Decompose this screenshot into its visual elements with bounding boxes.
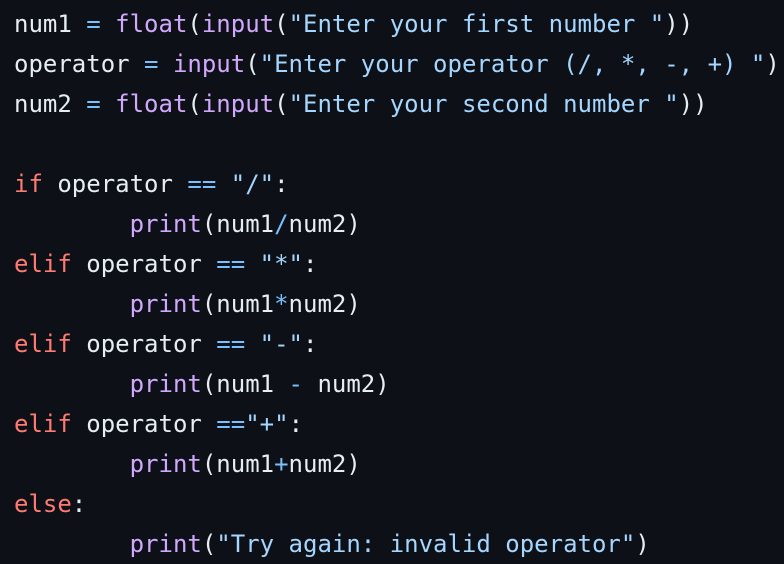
code-line: print(num1 - num2) bbox=[14, 364, 780, 404]
code-token-string: "*" bbox=[259, 250, 304, 278]
code-token-plain: ( bbox=[201, 530, 217, 558]
code-token-plain: num1 bbox=[14, 10, 87, 38]
code-token-plain: operator bbox=[71, 330, 217, 358]
code-token-keyword: else bbox=[14, 490, 72, 518]
code-line: if operator == "/": bbox=[14, 164, 780, 204]
code-token-string: "Try again: invalid operator" bbox=[216, 530, 636, 558]
code-token-op: = bbox=[86, 10, 101, 38]
code-token-plain: ( bbox=[245, 50, 260, 78]
code-token-plain: : bbox=[71, 490, 87, 518]
code-token-string: "-" bbox=[259, 330, 304, 358]
code-line: elif operator == "-": bbox=[14, 324, 780, 364]
code-token-op: == bbox=[216, 410, 246, 438]
code-token-plain: )) bbox=[678, 90, 708, 118]
code-token-builtin: print bbox=[129, 530, 202, 558]
code-token-plain: ( bbox=[187, 90, 202, 118]
code-token-builtin: input bbox=[201, 90, 275, 118]
code-token-plain: ( bbox=[187, 10, 202, 38]
code-line: print("Try again: invalid operator") bbox=[14, 524, 780, 564]
code-token-plain: )) bbox=[664, 10, 694, 38]
code-token-builtin: print bbox=[129, 450, 202, 478]
code-token-builtin: float bbox=[115, 90, 188, 118]
code-line: print(num1+num2) bbox=[14, 444, 780, 484]
code-token-op: = bbox=[86, 90, 101, 118]
code-token-keyword: elif bbox=[14, 330, 72, 358]
code-token-op: - bbox=[288, 370, 303, 398]
code-line: num2 = float(input("Enter your second nu… bbox=[14, 84, 780, 124]
code-token-string: "Enter your second number " bbox=[288, 90, 679, 118]
code-line: else: bbox=[14, 484, 780, 524]
code-token-plain: ) bbox=[765, 50, 780, 78]
code-token-op: = bbox=[144, 50, 159, 78]
code-line: print(num1/num2) bbox=[14, 204, 780, 244]
code-token-builtin: float bbox=[115, 10, 188, 38]
code-token-string: "/" bbox=[230, 170, 275, 198]
code-token-keyword: elif bbox=[14, 250, 72, 278]
code-token-op: == bbox=[187, 170, 217, 198]
code-token-plain: operator bbox=[42, 170, 188, 198]
code-token-plain: ( bbox=[274, 90, 289, 118]
code-token-plain: (num1 bbox=[201, 210, 275, 238]
code-token-plain: operator bbox=[71, 410, 217, 438]
code-token-builtin: input bbox=[201, 10, 275, 38]
code-token-op: / bbox=[274, 210, 289, 238]
code-token-op: == bbox=[216, 330, 246, 358]
code-token-plain: (num1 bbox=[201, 370, 289, 398]
code-token-string: "+" bbox=[245, 410, 289, 438]
code-line: elif operator == "*": bbox=[14, 244, 780, 284]
code-line: operator = input("Enter your operator (/… bbox=[14, 44, 780, 84]
code-token-plain: num2) bbox=[303, 370, 390, 398]
code-token-keyword: elif bbox=[14, 410, 72, 438]
code-token-keyword: if bbox=[14, 170, 43, 198]
code-line: elif operator =="+": bbox=[14, 404, 780, 444]
code-token-string: "Enter your first number " bbox=[288, 10, 665, 38]
code-token-plain: num2) bbox=[288, 450, 361, 478]
code-token-plain: num2) bbox=[288, 290, 361, 318]
code-token-op: * bbox=[274, 290, 289, 318]
code-token-op: + bbox=[274, 450, 289, 478]
code-token-plain: ( bbox=[274, 10, 289, 38]
code-token-plain: num2 bbox=[14, 90, 87, 118]
code-line: print(num1*num2) bbox=[14, 284, 780, 324]
code-token-plain: ) bbox=[635, 530, 650, 558]
code-token-plain: : bbox=[303, 330, 318, 358]
code-token-builtin: print bbox=[129, 290, 202, 318]
code-token-plain: num2) bbox=[288, 210, 361, 238]
code-token-plain: (num1 bbox=[201, 450, 275, 478]
code-token-plain: : bbox=[274, 170, 289, 198]
code-token-plain: : bbox=[303, 250, 318, 278]
code-token-op: == bbox=[216, 250, 246, 278]
code-token-plain: : bbox=[288, 410, 304, 438]
code-line: num1 = float(input("Enter your first num… bbox=[14, 4, 780, 44]
code-token-plain: operator bbox=[14, 50, 145, 78]
code-token-builtin: print bbox=[129, 370, 202, 398]
code-token-plain: operator bbox=[71, 250, 217, 278]
code-token-builtin: input bbox=[172, 50, 246, 78]
code-block: num1 = float(input("Enter your first num… bbox=[14, 4, 780, 564]
code-token-string: "Enter your operator (/, *, -, +) " bbox=[259, 50, 766, 78]
code-token-builtin: print bbox=[129, 210, 202, 238]
code-token-plain: (num1 bbox=[201, 290, 275, 318]
